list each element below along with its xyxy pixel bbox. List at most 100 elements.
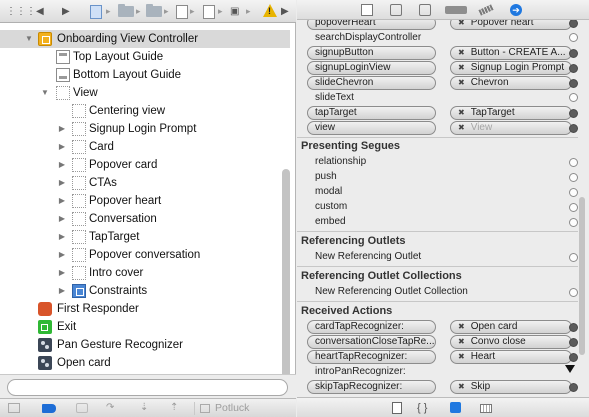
outline-item[interactable]: Pan Gesture Recognizer (0, 336, 290, 354)
outline-item[interactable]: ▼ Onboarding View Controller (0, 30, 290, 48)
step-out-icon[interactable]: ⇡ (170, 402, 178, 414)
outline-item[interactable]: ▶ Popover heart (0, 192, 290, 210)
connection-well-icon[interactable] (569, 338, 578, 347)
connection-well-icon[interactable] (569, 218, 578, 227)
disclosure-triangle-icon[interactable]: ▶ (57, 120, 67, 138)
connection-well-icon[interactable] (569, 188, 578, 197)
grid-menu-icon[interactable]: ⋮⋮⋮ (6, 4, 36, 19)
remove-connection-icon[interactable]: ✖ (458, 20, 465, 27)
quick-help-icon[interactable] (390, 4, 402, 16)
remove-connection-icon[interactable]: ✖ (458, 63, 465, 72)
step-over-icon[interactable]: ↷ (106, 402, 114, 414)
outline-item[interactable]: ▶ Popover conversation (0, 246, 290, 264)
connection-well-icon[interactable] (569, 353, 578, 362)
outlet-pill[interactable]: signupButton (307, 46, 436, 60)
outlet-pill[interactable]: slideChevron (307, 76, 436, 90)
connection-well-icon[interactable] (569, 288, 578, 297)
connection-well-icon[interactable] (569, 79, 578, 88)
action-pill[interactable]: conversationCloseTapRe... (307, 335, 436, 349)
action-pill[interactable]: heartTapRecognizer: (307, 350, 436, 364)
outline-item[interactable]: ▶ Popover card (0, 156, 290, 174)
scheme-selector[interactable]: Potluck (194, 402, 289, 415)
remove-connection-icon[interactable]: ✖ (458, 382, 465, 391)
disclosure-triangle-icon[interactable]: ▼ (40, 84, 50, 102)
outline-item[interactable]: First Responder (0, 300, 290, 318)
outlet-target-pill[interactable]: ✖ TapTarget (450, 106, 572, 120)
outline-item[interactable]: ▶ Constraints (0, 282, 290, 300)
media-library-icon[interactable] (480, 404, 492, 413)
connection-well-icon[interactable] (569, 93, 578, 102)
disclosure-triangle-icon[interactable]: ▶ (57, 282, 67, 300)
size-inspector-icon[interactable] (478, 4, 494, 16)
outlet-pill[interactable]: signupLoginView (307, 61, 436, 75)
connection-well-icon[interactable] (569, 33, 578, 42)
object-library-icon[interactable] (450, 402, 461, 413)
action-target-pill[interactable]: ✖ Skip (450, 380, 572, 394)
outline-item[interactable]: Centering view (0, 102, 290, 120)
attributes-inspector-icon[interactable] (445, 6, 467, 14)
disclosure-triangle-icon[interactable]: ▶ (57, 156, 67, 174)
file-inspector-icon[interactable] (361, 4, 373, 16)
view-controller-scene-icon[interactable]: ▣ (230, 4, 239, 19)
outline-item[interactable]: Open card (0, 354, 290, 372)
debug-view-icon[interactable] (76, 403, 88, 413)
outline-item[interactable]: Exit (0, 318, 290, 336)
remove-connection-icon[interactable]: ✖ (458, 123, 465, 132)
folder-icon[interactable] (146, 4, 162, 17)
code-snippet-library-icon[interactable]: { } (417, 402, 427, 414)
connection-well-icon[interactable] (569, 253, 578, 262)
outlet-pill[interactable]: view (307, 121, 436, 135)
outline-item[interactable]: ▶ Card (0, 138, 290, 156)
outline-item[interactable]: ▼ View (0, 84, 290, 102)
outline-item[interactable]: ▶ TapTarget (0, 228, 290, 246)
filter-input[interactable] (7, 379, 288, 396)
identity-inspector-icon[interactable] (419, 4, 431, 16)
remove-connection-icon[interactable]: ✖ (458, 108, 465, 117)
forward-button[interactable]: ▶ (281, 4, 289, 19)
remove-connection-icon[interactable]: ✖ (458, 337, 465, 346)
disclosure-triangle-icon[interactable]: ▼ (24, 30, 34, 48)
folder-icon[interactable] (118, 4, 134, 17)
connection-well-icon[interactable] (569, 203, 578, 212)
outlet-pill[interactable]: popoverHeart (307, 20, 436, 30)
outlet-target-pill[interactable]: ✖ Signup Login Prompt (450, 61, 572, 75)
outlet-pill[interactable]: tapTarget (307, 106, 436, 120)
disclosure-triangle-icon[interactable]: ▶ (57, 228, 67, 246)
step-in-icon[interactable]: ⇣ (140, 402, 148, 414)
disclosure-triangle-icon[interactable]: ▶ (57, 192, 67, 210)
forward-button[interactable]: ▶ (62, 4, 70, 19)
outlet-target-pill[interactable]: ✖ Button - CREATE A... (450, 46, 572, 60)
remove-connection-icon[interactable]: ✖ (458, 48, 465, 57)
connection-well-icon[interactable] (569, 173, 578, 182)
connection-well-icon[interactable] (569, 124, 578, 133)
connection-well-icon[interactable] (569, 383, 578, 392)
outline-scrollbar[interactable] (282, 169, 290, 374)
action-pill[interactable]: skipTapRecognizer: (307, 380, 436, 394)
disclosure-triangle-icon[interactable]: ▶ (57, 210, 67, 228)
breakpoint-icon[interactable] (42, 404, 56, 413)
storyboard-file-icon[interactable] (176, 5, 188, 19)
outlet-target-pill[interactable]: ✖ View (450, 121, 572, 135)
action-target-pill[interactable]: ✖ Convo close (450, 335, 572, 349)
outline-item[interactable]: ▶ Intro cover (0, 264, 290, 282)
file-template-library-icon[interactable] (392, 402, 402, 414)
project-icon[interactable] (90, 5, 102, 19)
connection-well-icon[interactable] (569, 158, 578, 167)
connection-well-icon[interactable] (569, 64, 578, 73)
disclosure-triangle-icon[interactable]: ▶ (57, 138, 67, 156)
outline-item[interactable]: ▶ Conversation (0, 210, 290, 228)
disclosure-triangle-icon[interactable]: ▶ (57, 264, 67, 282)
outline-item[interactable]: Bottom Layout Guide (0, 66, 290, 84)
outline-item[interactable]: Top Layout Guide (0, 48, 290, 66)
action-target-pill[interactable]: ✖ Heart (450, 350, 572, 364)
outlet-target-pill[interactable]: ✖ Chevron (450, 76, 572, 90)
action-target-pill[interactable]: ✖ Open card (450, 320, 572, 334)
outlet-target-pill[interactable]: ✖ Popover heart (450, 20, 572, 30)
back-button[interactable]: ◀ (36, 4, 44, 19)
inspector-scrollbar[interactable] (579, 197, 585, 355)
storyboard-file-icon[interactable] (203, 5, 215, 19)
connection-well-icon[interactable] (569, 49, 578, 58)
remove-connection-icon[interactable]: ✖ (458, 78, 465, 87)
connection-well-icon[interactable] (569, 323, 578, 332)
outline-item[interactable]: ▶ CTAs (0, 174, 290, 192)
